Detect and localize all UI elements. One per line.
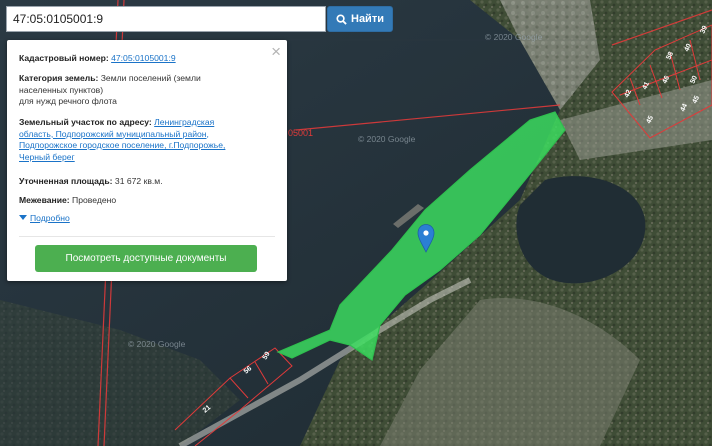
category-value: населенных пунктов) bbox=[19, 84, 104, 95]
area-row: Уточненная площадь: 31 672 кв.м. bbox=[19, 176, 247, 188]
category-value: для нужд речного флота bbox=[19, 96, 117, 106]
cadastral-row: Кадастровый номер: 47:05:0105001:9 bbox=[19, 53, 247, 65]
survey-value: Проведено bbox=[72, 195, 117, 205]
parcel-info-popup: × Кадастровый номер: 47:05:0105001:9 Кат… bbox=[7, 40, 287, 281]
category-label: Категория земель: bbox=[19, 73, 99, 83]
address-link[interactable]: Подпорожское городское поселение, г.Подп… bbox=[19, 140, 225, 150]
map-watermark: © 2020 Google bbox=[358, 134, 416, 144]
quarter-label: 05001 bbox=[288, 128, 313, 138]
survey-row: Межевание: Проведено bbox=[19, 195, 247, 207]
address-link[interactable]: Черный берег bbox=[19, 152, 75, 162]
view-documents-button[interactable]: Посмотреть доступные документы bbox=[35, 245, 257, 272]
details-toggle[interactable]: Подробно bbox=[19, 213, 70, 223]
address-link[interactable]: область, Подпорожский муниципальный райо… bbox=[19, 129, 209, 139]
search-button-label: Найти bbox=[351, 13, 384, 25]
details-link-label: Подробно bbox=[30, 213, 70, 223]
address-label: Земельный участок по адресу: bbox=[19, 117, 152, 127]
category-value: Земли поселений (земли bbox=[100, 73, 201, 83]
address-row: Земельный участок по адресу: Ленинградск… bbox=[19, 117, 247, 163]
cadastral-label: Кадастровый номер: bbox=[19, 53, 109, 63]
address-link[interactable]: Ленинградская bbox=[154, 117, 214, 127]
close-icon[interactable]: × bbox=[271, 43, 281, 60]
triangle-down-icon bbox=[19, 215, 27, 220]
popup-divider bbox=[19, 236, 275, 237]
area-value: 31 672 кв.м. bbox=[114, 176, 163, 186]
search-input[interactable] bbox=[6, 6, 326, 32]
category-row: Категория земель: Земли поселений (земли… bbox=[19, 73, 247, 108]
cadastral-number-link[interactable]: 47:05:0105001:9 bbox=[111, 53, 176, 63]
search-icon bbox=[336, 13, 347, 25]
map-watermark: © 2020 Google bbox=[485, 32, 543, 42]
area-label: Уточненная площадь: bbox=[19, 176, 113, 186]
map-watermark: © 2020 Google bbox=[128, 339, 186, 349]
search-bar bbox=[6, 6, 326, 32]
search-button[interactable]: Найти bbox=[327, 6, 393, 32]
survey-label: Межевание: bbox=[19, 195, 70, 205]
